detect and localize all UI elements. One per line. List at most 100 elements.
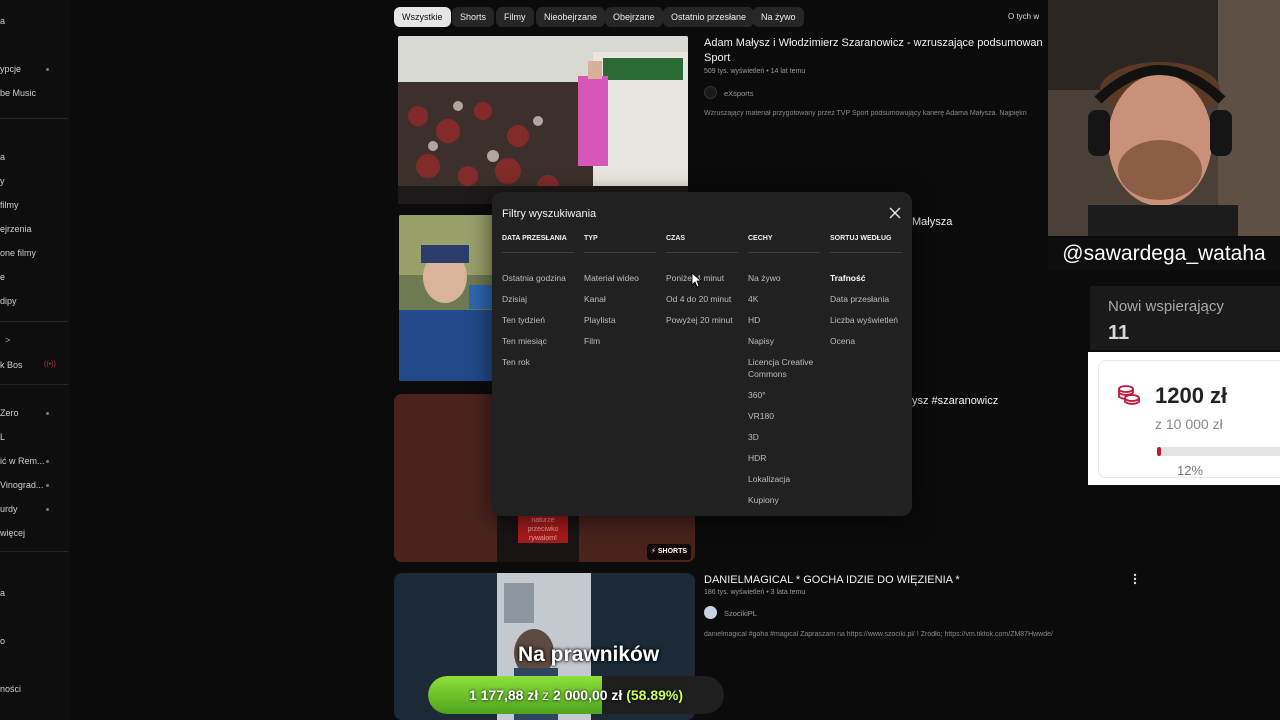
chevron-right-icon[interactable]: > bbox=[5, 335, 10, 345]
sidebar-divider bbox=[0, 551, 68, 552]
sidebar-item[interactable]: dipy bbox=[0, 296, 17, 306]
filter-option[interactable]: VR180 bbox=[748, 410, 774, 422]
filter-option[interactable]: Data przesłania bbox=[830, 293, 889, 305]
sidebar-item[interactable]: L bbox=[0, 432, 5, 442]
webcam-feed bbox=[1048, 0, 1280, 236]
new-supporters-label: Nowi wspierający bbox=[1108, 298, 1224, 315]
filter-option[interactable]: Film bbox=[584, 335, 600, 347]
new-content-dot-icon bbox=[46, 460, 49, 463]
filter-option[interactable]: Ostatnia godzina bbox=[502, 272, 566, 284]
filter-chip[interactable]: Wszystkie bbox=[394, 7, 451, 27]
sidebar-item[interactable]: a bbox=[0, 152, 5, 162]
video-thumbnail[interactable] bbox=[399, 215, 499, 381]
goal-current-amount: 1200 zł bbox=[1155, 383, 1228, 408]
sidebar-item[interactable]: be Music bbox=[0, 88, 36, 98]
sidebar-item[interactable]: więcej bbox=[0, 528, 25, 538]
filter-option[interactable]: Playlista bbox=[584, 314, 616, 326]
filter-option[interactable]: 3D bbox=[748, 431, 759, 443]
filter-option[interactable]: 360° bbox=[748, 389, 766, 401]
sidebar-item[interactable]: a bbox=[0, 16, 5, 26]
filter-option[interactable]: 4K bbox=[748, 293, 758, 305]
close-icon[interactable] bbox=[888, 206, 902, 220]
video-title[interactable]: ysz #szaranowicz bbox=[912, 394, 998, 409]
filter-column-divider bbox=[502, 252, 574, 253]
more-options-icon[interactable] bbox=[1133, 572, 1137, 585]
fundraiser-raised: 1 177,88 zł bbox=[468, 687, 539, 703]
channel-name[interactable]: eXsports bbox=[724, 89, 754, 98]
coins-icon bbox=[1117, 383, 1141, 407]
filter-option[interactable]: HDR bbox=[748, 452, 766, 464]
fundraiser-target: 2 000,00 zł bbox=[553, 687, 623, 703]
filter-chip[interactable]: Nieobejrzane bbox=[536, 7, 606, 27]
filter-chip[interactable]: Ostatnio przesłane bbox=[663, 7, 755, 27]
sidebar-item[interactable]: ypcje bbox=[0, 64, 21, 74]
sidebar-divider bbox=[0, 384, 68, 385]
sidebar-item[interactable]: one filmy bbox=[0, 248, 36, 258]
sidebar-item[interactable]: o bbox=[0, 636, 5, 646]
filter-chip[interactable]: Na żywo bbox=[753, 7, 804, 27]
video-title[interactable]: DANIELMAGICAL * GOCHA IDZIE DO WIĘZIENIA… bbox=[704, 573, 1044, 588]
about-results-link[interactable]: O tych w bbox=[1008, 12, 1039, 21]
shorts-icon: ⚡ bbox=[651, 548, 656, 555]
new-content-dot-icon bbox=[46, 484, 49, 487]
filter-option[interactable]: Ocena bbox=[830, 335, 855, 347]
sidebar-item[interactable]: filmy bbox=[0, 200, 19, 210]
filter-option[interactable]: Liczba wyświetleń bbox=[830, 314, 898, 326]
filter-column-divider bbox=[830, 252, 902, 253]
filter-column-header: CZAS bbox=[666, 235, 686, 242]
filter-option[interactable]: Napisy bbox=[748, 335, 774, 347]
channel-name[interactable]: SzocikiPL bbox=[724, 609, 757, 618]
filter-option[interactable]: Kanał bbox=[584, 293, 606, 305]
sidebar-item[interactable]: k Bos bbox=[0, 360, 23, 370]
channel-avatar[interactable] bbox=[704, 606, 717, 619]
screen: > a ypcje be Music a y filmy ejrzenia one filmy… bbox=[0, 0, 1280, 720]
skier-portrait-image bbox=[399, 215, 499, 381]
filter-option[interactable]: Trafność bbox=[830, 272, 865, 284]
sidebar-divider bbox=[0, 118, 68, 119]
filter-option[interactable]: Ten miesiąc bbox=[502, 335, 547, 347]
shorts-badge-label: SHORTS bbox=[657, 548, 688, 555]
sidebar-item[interactable]: y bbox=[0, 176, 5, 186]
sidebar-item[interactable]: Zero bbox=[0, 408, 19, 418]
sidebar-item[interactable]: urdy bbox=[0, 504, 18, 514]
sidebar-item[interactable]: a bbox=[0, 588, 5, 598]
filter-chip[interactable]: Shorts bbox=[452, 7, 495, 27]
sidebar-item[interactable]: Vinograd... bbox=[0, 480, 43, 490]
filter-option[interactable]: Licencja Creative Commons bbox=[748, 356, 820, 380]
sidebar: > a ypcje be Music a y filmy ejrzenia one filmy… bbox=[0, 0, 70, 720]
new-supporters-count: 11 bbox=[1108, 322, 1130, 344]
filter-option[interactable]: Materiał wideo bbox=[584, 272, 639, 284]
sidebar-divider bbox=[0, 321, 68, 322]
search-filters-dialog: Filtry wyszukiwania DATA PRZESŁANIA Ostat… bbox=[492, 192, 912, 516]
filter-option[interactable]: Kupiony bbox=[748, 494, 779, 506]
video-title[interactable]: Małysza bbox=[912, 215, 952, 230]
fundraiser-label: Na prawników bbox=[518, 643, 660, 666]
filter-option[interactable]: Lokalizacja bbox=[748, 473, 790, 485]
streamer-handle: @sawardega_wataha bbox=[1048, 238, 1280, 270]
filter-option[interactable]: Ten tydzień bbox=[502, 314, 545, 326]
filter-option[interactable]: HD bbox=[748, 314, 760, 326]
filter-option[interactable]: Od 4 do 20 minut bbox=[666, 293, 731, 305]
fundraiser-progress-text: 1 177,88 zł z 2 000,00 zł (58.89%) bbox=[428, 676, 724, 714]
sidebar-item[interactable]: ności bbox=[0, 684, 21, 694]
video-thumbnail[interactable] bbox=[398, 36, 688, 204]
filter-option[interactable]: Powyżej 20 minut bbox=[666, 314, 733, 326]
sidebar-item[interactable]: ić w Rem... bbox=[0, 456, 45, 466]
filter-option[interactable]: Ten rok bbox=[502, 356, 530, 368]
channel-avatar[interactable] bbox=[704, 86, 717, 99]
sidebar-item[interactable]: ejrzenia bbox=[0, 224, 32, 234]
mouse-cursor-icon bbox=[691, 272, 703, 288]
new-supporters-panel: Nowi wspierający 11 bbox=[1090, 286, 1280, 350]
fundraiser-percent: (58.89%) bbox=[626, 687, 684, 703]
filter-option[interactable]: Dzisiaj bbox=[502, 293, 527, 305]
goal-target-amount: z 10 000 zł bbox=[1155, 416, 1223, 432]
sidebar-item[interactable]: e bbox=[0, 272, 5, 282]
filter-column-header: TYP bbox=[584, 235, 598, 242]
filter-option[interactable]: Na żywo bbox=[748, 272, 781, 284]
video-title[interactable]: Adam Małysz i Włodzimierz Szaranowicz - … bbox=[704, 36, 1044, 66]
filter-chip[interactable]: Obejrzane bbox=[605, 7, 663, 27]
filter-column-header: DATA PRZESŁANIA bbox=[502, 235, 567, 242]
new-content-dot-icon bbox=[46, 412, 49, 415]
video-description: danielmagical #goha #magical Zapraszam n… bbox=[704, 631, 1053, 638]
filter-chip[interactable]: Filmy bbox=[496, 7, 534, 27]
